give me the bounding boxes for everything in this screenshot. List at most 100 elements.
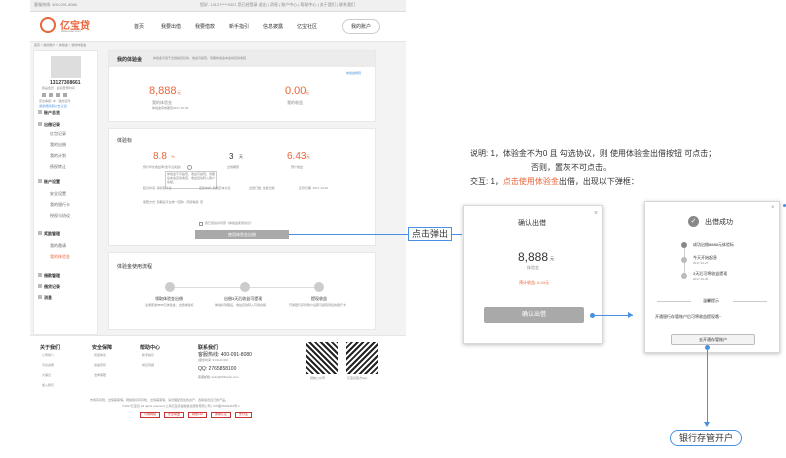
footer-col3-item[interactable]: 常见问题 — [142, 363, 154, 368]
logo-sub: ebao-loan.com — [61, 29, 81, 33]
confirm-amount-label: 体验金 — [527, 265, 539, 270]
summary-desc: 体验金可用于出借指定标的，收益可提现，到期体验金本金将自动收回 — [153, 56, 247, 60]
divider — [733, 301, 767, 302]
sidebar-links[interactable]: [我的邀请码] [去认证] — [39, 104, 67, 109]
sidebar-head-records[interactable]: 借贷记录 — [38, 284, 60, 290]
trust-badge[interactable]: 可信网站 — [140, 412, 161, 418]
nav-guide[interactable]: 新手指引 — [229, 23, 249, 30]
sidebar-head-loan[interactable]: 借款管理 — [38, 273, 60, 279]
nav-borrow[interactable]: 我要借款 — [195, 23, 215, 30]
confirm-invest-modal: × 确认出借 8,888 元 体验金 预计收益: 6.43元 确认出借 — [463, 205, 603, 344]
footer-col2-item[interactable]: 风控体系 — [94, 353, 106, 358]
sidebar-item-auth[interactable]: 授权与协议 — [50, 213, 70, 219]
invest-success-modal: × ✓ 出借成功 成功出借8888元体验标 今天开始起息 2017-10-27 … — [644, 201, 780, 353]
footer-email: 客服邮箱: kefu@091bank.com — [198, 375, 239, 379]
top-bar: 客服热线: 400-091-8080 您好, 13127****3321 您已经… — [30, 0, 406, 12]
footer-col2-item[interactable]: 资金存管 — [94, 363, 106, 368]
footer-col1-item[interactable]: 公司简介 — [42, 353, 54, 358]
nav-community[interactable]: 亿宝社区 — [297, 23, 317, 30]
sidebar-item-security[interactable]: 安全设置 — [50, 191, 66, 197]
sidebar-item-myplan[interactable]: 我的计划 — [50, 153, 66, 159]
legal-line1: 市场有风险，出借需谨慎。网络借贷有风险，出借需谨慎，请合理配置您的资产，选择适合… — [90, 398, 229, 402]
contact-title: 联系我们 — [198, 345, 219, 351]
info-repay: 还款方式: 到期还本付息 — [199, 186, 231, 190]
info-date: 还款日期: 2017-10-30 — [299, 186, 329, 190]
footer-col3-title: 帮助中心 — [140, 345, 161, 351]
user-links[interactable]: 您好, 13127****3321 您已经登录 退出 | 消息 | 账户中心 |… — [200, 2, 355, 8]
sidebar-item-transfer[interactable]: 债权转让 — [50, 164, 66, 170]
trust-badge[interactable]: 支付宝 — [234, 412, 252, 418]
nav-invest[interactable]: 我要出借 — [161, 23, 181, 30]
check-icon: ✓ — [688, 216, 699, 227]
product-title: 体验标 — [117, 138, 133, 144]
sidebar-item-bankcard[interactable]: 我的银行卡 — [50, 202, 70, 208]
income-amount: 0.00 — [285, 85, 307, 97]
nav-disclosure[interactable]: 信息披露 — [263, 23, 283, 30]
logo-icon — [40, 17, 56, 33]
click-popup-label: 点击弹出 — [408, 227, 452, 241]
footer-col1-title: 关于我们 — [40, 345, 61, 351]
phone-cert-icon[interactable] — [42, 93, 46, 97]
annotation-line1: 说明: 1，体验金不为0 且 勾选协议，则 使用体验金出借按钮 可点击； — [470, 149, 717, 158]
agree-text[interactable]: 我已阅读并同意《体验金使用协议》 — [205, 221, 253, 226]
trust-badges: 可信网站 安全联盟 网警110 诚信认证 支付宝 — [140, 412, 252, 418]
close-icon[interactable]: × — [594, 210, 598, 217]
flow-step2-dot — [240, 282, 250, 292]
wechat-qr-label: 微信公众号 — [310, 376, 326, 380]
trust-badge[interactable]: 网警110 — [188, 412, 207, 418]
footer-col1-item[interactable]: 加入我们 — [42, 383, 54, 388]
bank-account-label: 银行存管开户 — [670, 430, 742, 446]
rate-unit: % — [171, 154, 175, 159]
connector-line — [289, 234, 408, 235]
id-cert-icon[interactable] — [49, 93, 53, 97]
summary-title: 我的体验金 — [117, 57, 143, 63]
avatar[interactable] — [51, 56, 81, 78]
cert-icons — [42, 93, 67, 97]
my-account-button[interactable]: 我的账户 — [342, 19, 381, 34]
info-threshold: 出借门槛: 全额出借 — [249, 186, 275, 190]
sidebar-head-invest[interactable]: 出借记录 — [38, 122, 60, 128]
tip-text: 开通银行存管账户后可将收益提现哦~ — [655, 314, 722, 319]
timeline-dot — [681, 242, 687, 248]
agree-checkbox[interactable] — [199, 222, 203, 226]
question-icon[interactable] — [187, 165, 192, 170]
open-bank-account-button[interactable]: 去开通存管账户 — [671, 334, 755, 345]
profit-label: 预计收益 — [291, 165, 304, 169]
footer-col1-item[interactable]: 大事记 — [42, 373, 51, 378]
legal-line2: ©2017亿宝贷 All rights reserved 上海亿宝贷金融信息服务… — [122, 404, 240, 408]
flow-step1-name: 领取体验金出借 — [155, 296, 183, 301]
trust-badge[interactable]: 诚信认证 — [210, 412, 231, 418]
nav-home[interactable]: 首页 — [134, 23, 144, 30]
footer-col1-item[interactable]: 平台资质 — [42, 363, 54, 368]
sidebar-item-experience[interactable]: 我的体验金 — [50, 254, 70, 260]
sidebar-item-redpacket[interactable]: 红包记录 — [50, 131, 66, 137]
email-cert-icon[interactable] — [63, 93, 67, 97]
bank-cert-icon[interactable] — [56, 93, 60, 97]
annotation-line3: 交互: 1，点击使用体验金出借，出现以下弹框： — [470, 176, 639, 187]
timeline-dot — [681, 257, 687, 263]
sidebar-item-invite[interactable]: 我的邀请 — [50, 243, 66, 249]
rules-link[interactable]: 体验金规则 — [346, 71, 361, 76]
success-title: 出借成功 — [705, 219, 733, 226]
confirm-invest-button[interactable]: 确认出借 — [484, 307, 584, 323]
sidebar-head-overview[interactable]: 账户总览 — [38, 110, 60, 116]
close-icon[interactable]: × — [771, 205, 775, 211]
trust-badge[interactable]: 安全联盟 — [164, 412, 185, 418]
term-label: 出借期限 — [227, 165, 240, 169]
app-qr — [346, 342, 378, 374]
use-experience-invest-button[interactable]: 使用体验金出借 — [195, 230, 289, 239]
annotation-suffix: 出借，出现以下弹框： — [558, 177, 639, 186]
annotation-link: 点击使用体验金 — [502, 177, 559, 186]
footer-col2-item[interactable]: 法律保障 — [94, 373, 106, 378]
sidebar-head-rewards[interactable]: 奖励管理 — [38, 231, 60, 237]
footer-col3-item[interactable]: 新手指引 — [142, 353, 154, 358]
confirm-amount: 8,888 — [518, 250, 549, 264]
breadcrumb[interactable]: 首页 > 我的账户 > 体验金 > 我的体验金 — [34, 43, 86, 48]
confirm-unit: 元 — [550, 256, 554, 261]
sidebar-head-messages[interactable]: 消息 — [38, 295, 52, 301]
term-unit: 天 — [239, 154, 243, 159]
flow-step1-dot — [165, 282, 175, 292]
sidebar-head-settings[interactable]: 账户设置 — [38, 179, 60, 185]
sidebar-item-myinvest[interactable]: 我的出借 — [50, 142, 66, 148]
hotline-text: 客服热线: 400-091-8080 — [34, 2, 78, 7]
